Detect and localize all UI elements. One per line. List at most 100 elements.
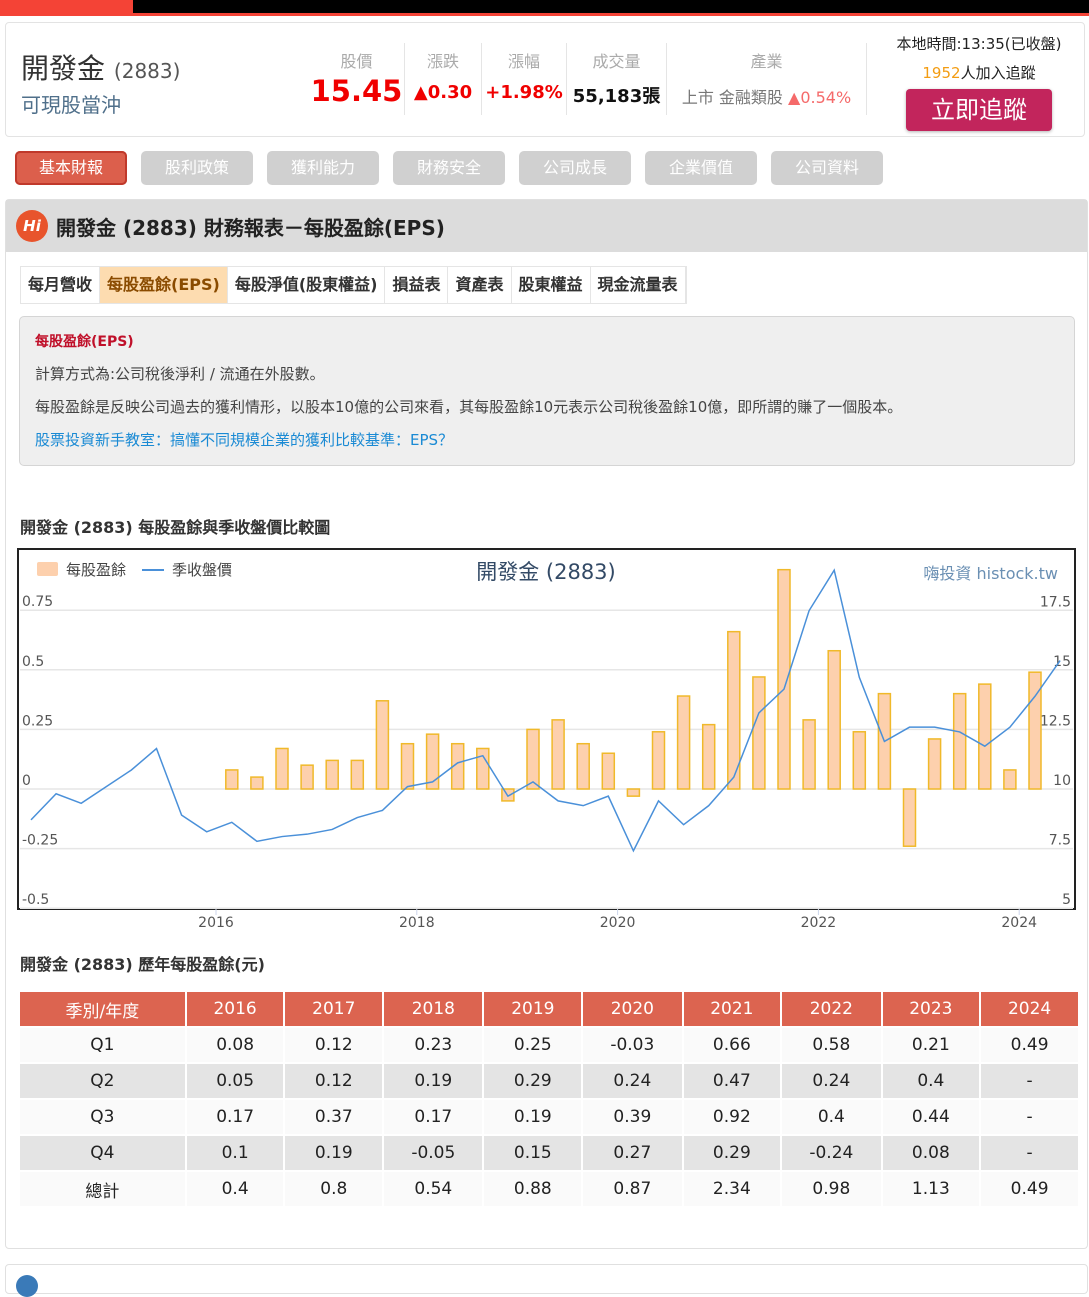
x-tick-label: 2020 bbox=[600, 915, 636, 931]
eps-bar bbox=[802, 719, 816, 790]
eps-cell: 0.4 bbox=[186, 1172, 284, 1206]
eps-cell: - bbox=[981, 1100, 1078, 1134]
quarter-year-header: 季別/年度 bbox=[20, 992, 185, 1026]
eps-bar bbox=[425, 733, 440, 790]
x-tick-label: 2018 bbox=[399, 915, 435, 931]
table-row: Q1 0.08 0.12 0.23 0.25 -0.03 0.66 0.58 0.21 0.49 bbox=[20, 1028, 1078, 1062]
eps-cell: 0.23 bbox=[384, 1028, 483, 1062]
eps-cell: 0.21 bbox=[882, 1028, 980, 1062]
quarter-label: Q3 bbox=[20, 1100, 185, 1134]
eps-cell: 0.49 bbox=[981, 1028, 1078, 1062]
eps-cell: 0.12 bbox=[285, 1028, 383, 1062]
eps-cell: 0.92 bbox=[683, 1100, 781, 1134]
eps-cell: 1.13 bbox=[882, 1172, 980, 1206]
eps-cell: 0.29 bbox=[683, 1136, 781, 1170]
eps-bar bbox=[576, 742, 590, 790]
eps-cell: 0.27 bbox=[583, 1136, 682, 1170]
eps-cell: 2.34 bbox=[683, 1172, 781, 1206]
year-header: 2021 bbox=[683, 992, 781, 1026]
eps-bar bbox=[626, 788, 641, 797]
eps-bar bbox=[827, 649, 841, 790]
eps-cell: 0.29 bbox=[484, 1064, 582, 1098]
y-left-tick-label: 0.25 bbox=[22, 713, 53, 729]
eps-bar bbox=[225, 769, 239, 790]
eps-bar bbox=[551, 719, 565, 790]
eps-bar bbox=[350, 759, 365, 790]
eps-cell: 0.05 bbox=[186, 1064, 284, 1098]
year-header: 2023 bbox=[882, 992, 980, 1026]
year-header: 2024 bbox=[981, 992, 1078, 1026]
year-header: 2018 bbox=[384, 992, 483, 1026]
table-header-row: 季別/年度 2016 2017 2018 2019 2020 2021 2022 2023 202… bbox=[20, 992, 1078, 1026]
eps-cell: 0.19 bbox=[285, 1136, 383, 1170]
eps-cell: -0.03 bbox=[583, 1028, 682, 1062]
y-right-tick-label: 7.5 bbox=[1049, 832, 1071, 848]
eps-cell: 0.4 bbox=[882, 1064, 980, 1098]
table-row: 總計 0.4 0.8 0.54 0.88 0.87 2.34 0.98 1.13 0.49 bbox=[20, 1172, 1078, 1206]
eps-cell: 0.98 bbox=[782, 1172, 881, 1206]
y-left-tick-label: 0.75 bbox=[22, 594, 53, 610]
eps-cell: 0.39 bbox=[583, 1100, 682, 1134]
next-section bbox=[5, 1264, 1088, 1297]
eps-bar bbox=[325, 759, 339, 790]
eps-cell: 0.12 bbox=[285, 1064, 383, 1098]
eps-bar bbox=[250, 776, 264, 790]
table-row: Q2 0.05 0.12 0.19 0.29 0.24 0.47 0.24 0.4- bbox=[20, 1064, 1078, 1098]
eps-bar bbox=[375, 700, 390, 790]
y-right-tick-label: 12.5 bbox=[1040, 714, 1071, 730]
eps-cell: 0.24 bbox=[782, 1064, 881, 1098]
section-icon bbox=[16, 1275, 38, 1297]
eps-bar bbox=[1003, 769, 1017, 790]
table-section-title: 開發金 (2883) 歷年每股盈餘(元) bbox=[20, 955, 265, 974]
legend-eps-label: 每股盈餘 bbox=[66, 561, 126, 579]
eps-cell: 0.17 bbox=[186, 1100, 284, 1134]
year-header: 2022 bbox=[782, 992, 881, 1026]
chart-title: 開發金 (2883) bbox=[476, 560, 616, 584]
eps-bar bbox=[676, 695, 691, 790]
eps-cell: 0.58 bbox=[782, 1028, 881, 1062]
table-row: Q4 0.1 0.19 -0.05 0.15 0.27 0.29 -0.24 0.08- bbox=[20, 1136, 1078, 1170]
y-left-tick-label: 0.5 bbox=[22, 654, 44, 670]
eps-cell: 0.88 bbox=[484, 1172, 582, 1206]
x-tick-label: 2024 bbox=[1001, 915, 1037, 931]
y-left-tick-label: -0.25 bbox=[22, 833, 58, 849]
eps-bar bbox=[526, 728, 540, 790]
eps-bar bbox=[927, 738, 942, 790]
eps-bar bbox=[952, 692, 967, 790]
eps-bar bbox=[852, 731, 867, 790]
x-tick-label: 2016 bbox=[198, 915, 234, 931]
year-header: 2017 bbox=[285, 992, 383, 1026]
eps-cell: 0.25 bbox=[484, 1028, 582, 1062]
quarter-label: Q4 bbox=[20, 1136, 185, 1170]
quarter-label: 總計 bbox=[20, 1172, 185, 1206]
eps-bar bbox=[701, 723, 716, 790]
chart-watermark: 嗨投資 histock.tw bbox=[923, 564, 1058, 583]
eps-bar bbox=[400, 742, 415, 790]
eps-cell: 0.15 bbox=[484, 1136, 582, 1170]
eps-bar bbox=[978, 683, 992, 790]
y-right-tick-label: 10 bbox=[1053, 773, 1071, 789]
eps-cell: 0.19 bbox=[484, 1100, 582, 1134]
eps-cell: 0.08 bbox=[186, 1028, 284, 1062]
eps-cell: 0.19 bbox=[384, 1064, 483, 1098]
eps-cell: 0.4 bbox=[782, 1100, 881, 1134]
eps-cell: 0.08 bbox=[882, 1136, 980, 1170]
table-body: Q1 0.08 0.12 0.23 0.25 -0.03 0.66 0.58 0.21 0.49 Q… bbox=[20, 1028, 1078, 1206]
eps-bar bbox=[777, 568, 791, 790]
eps-bar bbox=[300, 764, 314, 790]
eps-cell: 0.47 bbox=[683, 1064, 781, 1098]
eps-cell: 0.44 bbox=[882, 1100, 980, 1134]
eps-cell: 0.54 bbox=[384, 1172, 483, 1206]
eps-cell: - bbox=[981, 1064, 1078, 1098]
eps-cell: 0.87 bbox=[583, 1172, 682, 1206]
year-header: 2016 bbox=[186, 992, 284, 1026]
eps-cell: 0.24 bbox=[583, 1064, 682, 1098]
x-tick-label: 2022 bbox=[801, 915, 837, 931]
eps-cell: 0.1 bbox=[186, 1136, 284, 1170]
legend-price-label: 季收盤價 bbox=[172, 561, 232, 579]
quarter-label: Q2 bbox=[20, 1064, 185, 1098]
eps-cell: -0.24 bbox=[782, 1136, 881, 1170]
eps-bar bbox=[601, 752, 616, 790]
eps-cell: 0.17 bbox=[384, 1100, 483, 1134]
eps-bar bbox=[476, 747, 490, 790]
